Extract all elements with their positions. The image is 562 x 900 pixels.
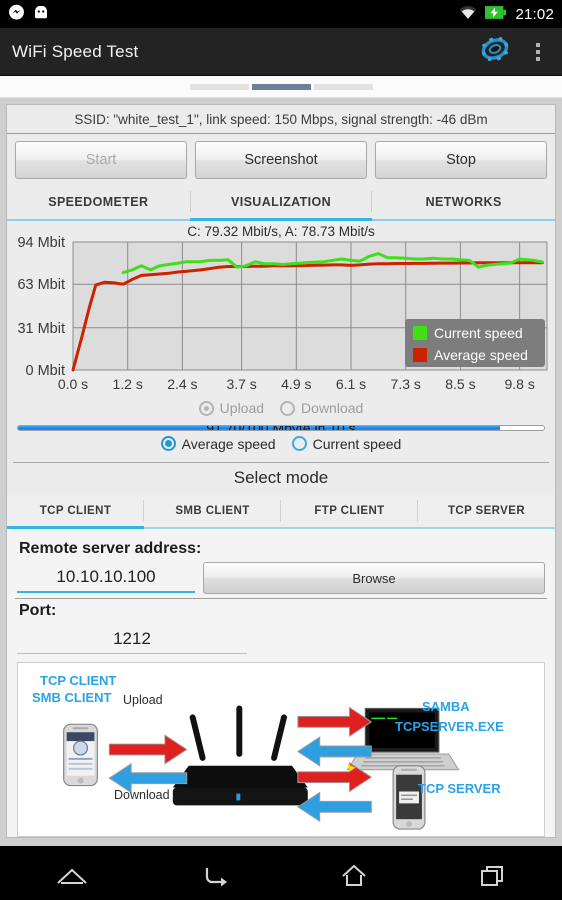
chart-x-tick: 4.9 s: [281, 376, 311, 392]
diagram-label-samba: SAMBA: [422, 699, 470, 714]
browse-button[interactable]: Browse: [203, 562, 545, 594]
page-indicator-segment-2[interactable]: [251, 83, 311, 90]
radio-current-speed[interactable]: Current speed: [291, 435, 402, 452]
view-tabs: SPEEDOMETER VISUALIZATION NETWORKS: [7, 185, 555, 221]
chart-x-tick: 7.3 s: [391, 376, 421, 392]
chart-legend-swatch: [413, 326, 427, 340]
radio-current-speed-label: Current speed: [312, 435, 402, 452]
content-frame: SSID: "white_test_1", link speed: 150 Mb…: [0, 98, 562, 838]
home-roof-icon[interactable]: [29, 857, 115, 895]
chart-title: C: 79.32 Mbit/s, A: 78.73 Mbit/s: [187, 224, 375, 239]
chart-y-tick: 31 Mbit: [17, 321, 65, 337]
status-bar-clock: 21:02: [515, 5, 554, 23]
select-mode-title: Select mode: [233, 468, 329, 487]
gear-icon[interactable]: [478, 34, 512, 69]
mode-tabs: TCP CLIENT SMB CLIENT FTP CLIENT TCP SER…: [7, 495, 555, 529]
server-phone-icon: [392, 765, 426, 830]
chart-x-tick: 1.2 s: [113, 376, 143, 392]
overflow-dot: [536, 42, 540, 47]
remote-server-address-row: Browse: [7, 560, 555, 594]
tab-networks[interactable]: NETWORKS: [372, 185, 555, 221]
remote-server-address-input[interactable]: [17, 563, 195, 593]
tab-visualization[interactable]: VISUALIZATION: [189, 185, 373, 221]
connection-form: Remote server address: Browse Port:: [7, 529, 555, 837]
chart-legend-swatch: [413, 348, 427, 362]
chart-x-tick: 0.0 s: [58, 376, 88, 392]
battery-charging-icon: [485, 6, 507, 22]
recents-icon[interactable]: [453, 855, 533, 897]
radio-upload[interactable]: Upload: [198, 400, 265, 416]
status-bar: 21:02: [0, 0, 562, 28]
mode-tab-tcp-client[interactable]: TCP CLIENT: [7, 495, 144, 529]
radio-download[interactable]: Download: [280, 400, 363, 416]
screenshot-button[interactable]: Screenshot: [195, 141, 367, 179]
diagram-label-upload: Upload: [123, 693, 163, 707]
chart-x-tick: 3.7 s: [226, 376, 256, 392]
port-row: [7, 622, 555, 654]
android-robot-icon: [32, 5, 50, 23]
radio-average-speed[interactable]: Average speed: [160, 435, 276, 452]
chart-x-axis-labels: 0.0 s 1.2 s 2.4 s 3.7 s 4.9 s 6.1 s 7.3 s 8.5 s…: [58, 376, 535, 392]
radio-download-label: Download: [301, 400, 364, 416]
overflow-dot: [536, 49, 540, 54]
remote-server-address-label: Remote server address:: [19, 540, 202, 557]
tab-speedometer[interactable]: SPEEDOMETER: [7, 185, 190, 221]
speed-chart: C: 79.32 Mbit/s, A: 78.73 Mbit/s 94 Mbit…: [7, 221, 555, 398]
overflow-menu-icon[interactable]: [526, 37, 550, 67]
status-bar-notifications: [8, 4, 50, 24]
chart-x-tick: 8.5 s: [445, 376, 475, 392]
page-indicator-segment-3[interactable]: [313, 83, 373, 90]
page-indicator[interactable]: [0, 76, 562, 98]
frame-bottom-strip: [0, 838, 562, 846]
transfer-progress-bar: 91.70/100 Mbyte in 10 s: [17, 425, 545, 431]
chart-x-tick: 2.4 s: [167, 376, 197, 392]
status-bar-system-icons: 21:02: [459, 6, 554, 23]
radio-upload-label: Upload: [219, 400, 265, 416]
start-button[interactable]: Start: [15, 141, 187, 179]
radio-upload-dot: [198, 400, 214, 416]
overflow-dot: [536, 56, 540, 61]
port-input[interactable]: [17, 624, 247, 654]
network-topology-diagram: TCP CLIENT SMB CLIENT Upload Download SA…: [17, 662, 545, 837]
port-label: Port:: [19, 602, 57, 619]
action-bar-actions: [478, 34, 550, 69]
chart-legend-label: Current speed: [434, 325, 523, 341]
chart-y-tick: 94 Mbit: [17, 235, 65, 251]
chart-x-tick: 6.1 s: [336, 376, 366, 392]
client-phone-icon: [63, 723, 98, 787]
diagram-label-download: Download: [114, 788, 170, 802]
page-indicator-segment-1[interactable]: [189, 83, 249, 90]
stop-button[interactable]: Stop: [375, 141, 547, 179]
ssid-info-line: SSID: "white_test_1", link speed: 150 Mb…: [7, 105, 555, 134]
chart-legend-label: Average speed: [434, 347, 528, 363]
diagram-label-tcpserver-exe: TCPSERVER.EXE: [395, 719, 504, 734]
mode-tab-tcp-server[interactable]: TCP SERVER: [418, 495, 555, 529]
radio-current-speed-dot: [291, 436, 307, 452]
app-title: WiFi Speed Test: [12, 41, 139, 61]
chart-y-tick: 63 Mbit: [17, 277, 65, 293]
back-icon[interactable]: [174, 855, 256, 897]
control-buttons: Start Screenshot Stop: [7, 134, 555, 185]
speed-chart-canvas: C: 79.32 Mbit/s, A: 78.73 Mbit/s 94 Mbit…: [7, 223, 555, 398]
radio-download-dot: [280, 400, 296, 416]
messenger-icon: [8, 4, 25, 24]
main-card: SSID: "white_test_1", link speed: 150 Mb…: [6, 104, 556, 838]
radio-average-speed-dot: [160, 436, 176, 452]
system-navigation-bar: [0, 846, 562, 900]
action-bar: WiFi Speed Test: [0, 28, 562, 76]
direction-radio-group: Upload Download: [7, 398, 555, 421]
transfer-progress-label: 91.70/100 Mbyte in 10 s: [18, 426, 544, 430]
home-icon[interactable]: [314, 855, 394, 897]
diagram-label-tcp-client: TCP CLIENT: [40, 673, 117, 688]
diagram-label-smb-client: SMB CLIENT: [32, 690, 112, 705]
chart-x-tick: 9.8 s: [504, 376, 534, 392]
mode-tab-ftp-client[interactable]: FTP CLIENT: [281, 495, 418, 529]
chart-legend: Current speed Average speed: [405, 319, 545, 367]
wifi-icon: [459, 5, 477, 23]
radio-average-speed-label: Average speed: [181, 435, 276, 452]
speed-mode-radio-group: Average speed Current speed: [7, 434, 555, 457]
mode-tab-smb-client[interactable]: SMB CLIENT: [144, 495, 281, 529]
topology-svg: [18, 663, 544, 836]
diagram-label-tcp-server: TCP SERVER: [418, 781, 501, 796]
